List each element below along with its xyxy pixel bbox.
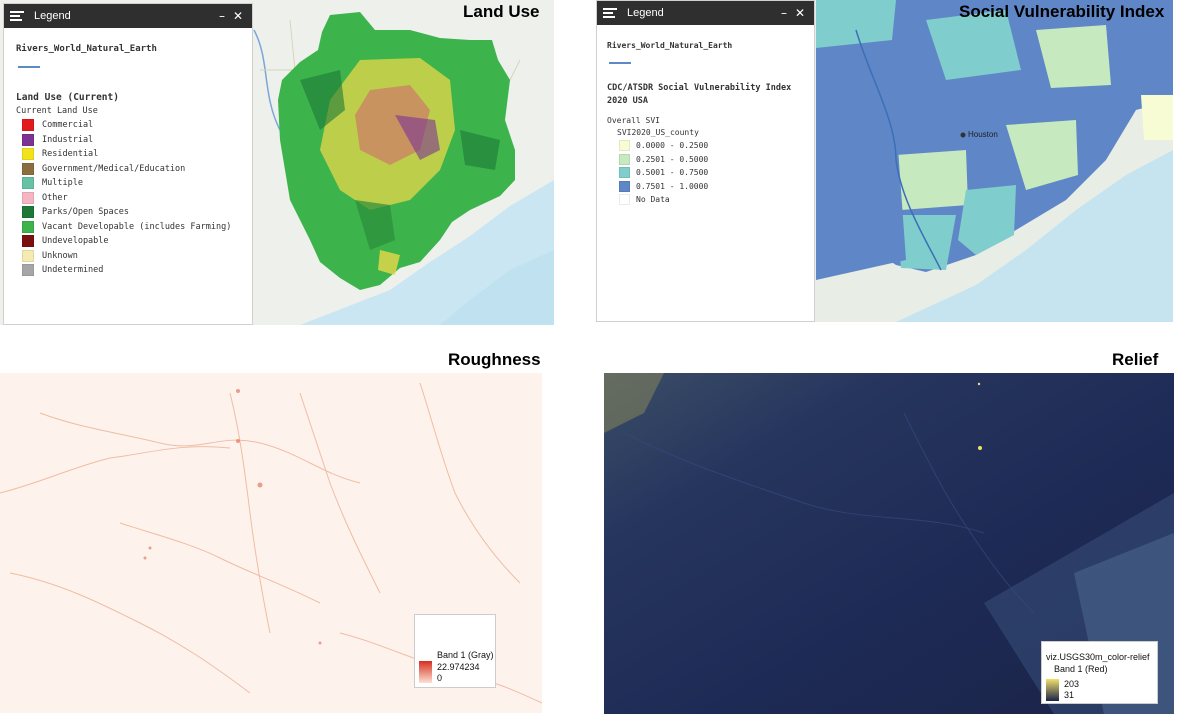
legend-item-label: Undetermined — [42, 265, 104, 276]
relief-max-value: 203 — [1064, 679, 1080, 689]
legend-swatch — [619, 167, 630, 179]
relief-ramp — [1046, 679, 1059, 701]
legend-title: Legend — [34, 10, 71, 22]
roughness-min-value: 0 — [437, 673, 443, 683]
legend-item-label: Residential — [42, 149, 99, 160]
relief-band-label: Band 1 (Red) — [1054, 664, 1108, 674]
land-use-sub-title: Current Land Use — [16, 106, 98, 116]
legend-swatch — [22, 235, 34, 248]
legend-item-label: Other — [42, 192, 68, 203]
legend-swatch — [22, 249, 34, 262]
legend-item-label: Industrial — [42, 134, 94, 145]
list-icon — [10, 10, 24, 22]
legend-item-label: Commercial — [42, 120, 94, 131]
legend-swatch — [22, 264, 34, 277]
legend-swatch — [619, 180, 630, 192]
svi-legend-list: 0.0000 - 0.2500 0.2501 - 0.5000 0.5001 - 0… — [607, 139, 804, 207]
minimize-icon[interactable]: – — [776, 6, 792, 20]
legend-swatch — [22, 191, 34, 204]
svi-field-title: Overall SVI — [607, 116, 660, 125]
svi-title: Social Vulnerability Index — [959, 2, 1165, 21]
legend-header[interactable]: Legend – ✕ — [4, 4, 252, 28]
legend-item-label: Undevelopable — [42, 236, 109, 247]
relief-legend: viz.USGS30m_color-relief Band 1 (Red) 20… — [1041, 641, 1158, 704]
legend-body: Rivers_World_Natural_Earth CDC/ATSDR Soc… — [597, 25, 814, 217]
land-use-title: Land Use — [463, 2, 540, 21]
legend-header[interactable]: Legend – ✕ — [597, 1, 814, 25]
roughness-band-label: Band 1 (Gray) — [437, 650, 494, 660]
rivers-layer-name: Rivers_World_Natural_Earth — [607, 41, 733, 50]
legend-swatch — [619, 194, 630, 206]
roughness-ramp — [419, 661, 432, 683]
legend-item-label: Government/Medical/Education — [42, 163, 186, 174]
legend-item-label: 0.0000 - 0.2500 — [636, 141, 709, 151]
legend-item: 0.7501 - 1.0000 — [607, 180, 804, 194]
roughness-max-value: 22.974234 — [437, 662, 480, 672]
relief-panel: viz.USGS30m_color-relief Band 1 (Red) 20… — [604, 373, 1174, 714]
legend-item-label: 0.5001 - 0.7500 — [636, 168, 709, 178]
legend-swatch — [619, 140, 630, 152]
legend-item-label: Unknown — [42, 250, 78, 261]
legend-item: Undetermined — [16, 263, 240, 278]
legend-swatch — [22, 177, 34, 190]
roughness-title: Roughness — [448, 350, 541, 369]
relief-title: Relief — [1112, 350, 1159, 369]
legend-swatch — [22, 119, 34, 132]
legend-swatch — [22, 220, 34, 233]
svi-group-title: CDC/ATSDR Social Vulnerability Index 202… — [607, 83, 792, 106]
legend-item: Multiple — [16, 176, 240, 191]
land-use-legend-window[interactable]: Legend – ✕ Rivers_World_Natural_Earth La… — [3, 3, 253, 325]
roughness-legend: Band 1 (Gray) 22.974234 0 — [414, 614, 496, 688]
legend-swatch — [22, 162, 34, 175]
legend-item: 0.5001 - 0.7500 — [607, 166, 804, 180]
svg-text:Houston: Houston — [968, 130, 998, 139]
legend-item: Vacant Developable (includes Farming) — [16, 220, 240, 235]
legend-item: Unknown — [16, 249, 240, 264]
legend-swatch — [22, 206, 34, 219]
legend-item-label: Parks/Open Spaces — [42, 207, 129, 218]
legend-item: Undevelopable — [16, 234, 240, 249]
svi-panel: Houston Legend – ✕ Rivers_World_Natural_… — [596, 0, 1173, 322]
legend-item: Government/Medical/Education — [16, 162, 240, 177]
roughness-panel: Band 1 (Gray) 22.974234 0 — [0, 373, 542, 713]
legend-item: 0.2501 - 0.5000 — [607, 153, 804, 167]
legend-item-label: 0.7501 - 1.0000 — [636, 181, 709, 191]
land-use-group-title: Land Use (Current) — [16, 92, 119, 103]
legend-item: Commercial — [16, 118, 240, 133]
relief-layer-label: viz.USGS30m_color-relief — [1046, 652, 1150, 662]
svi-legend-window[interactable]: Legend – ✕ Rivers_World_Natural_Earth CD… — [596, 0, 815, 322]
close-icon[interactable]: ✕ — [792, 6, 808, 20]
svi-layer-title: SVI2020_US_county — [617, 128, 699, 137]
legend-item: 0.0000 - 0.2500 — [607, 139, 804, 153]
legend-item-label: No Data — [636, 195, 670, 205]
legend-item: Residential — [16, 147, 240, 162]
legend-item-label: Multiple — [42, 178, 83, 189]
land-use-panel: Legend – ✕ Rivers_World_Natural_Earth La… — [0, 0, 554, 325]
legend-item: Other — [16, 191, 240, 206]
legend-swatch — [22, 133, 34, 146]
legend-swatch — [619, 153, 630, 165]
minimize-icon[interactable]: – — [214, 9, 230, 23]
legend-swatch — [22, 148, 34, 161]
river-line-symbol — [18, 66, 40, 68]
river-line-symbol — [609, 62, 631, 64]
close-icon[interactable]: ✕ — [230, 9, 246, 23]
relief-min-value: 31 — [1064, 690, 1075, 700]
legend-item: No Data — [607, 193, 804, 207]
legend-item-label: Vacant Developable (includes Farming) — [42, 221, 232, 232]
legend-item: Industrial — [16, 133, 240, 148]
rivers-layer-name: Rivers_World_Natural_Earth — [16, 44, 157, 54]
legend-item-label: 0.2501 - 0.5000 — [636, 154, 709, 164]
legend-item: Parks/Open Spaces — [16, 205, 240, 220]
legend-body: Rivers_World_Natural_Earth Land Use (Cur… — [4, 28, 252, 288]
land-use-legend-list: Commercial Industrial Residential Governmen… — [16, 118, 240, 278]
list-icon — [603, 7, 617, 19]
legend-title: Legend — [627, 7, 664, 19]
